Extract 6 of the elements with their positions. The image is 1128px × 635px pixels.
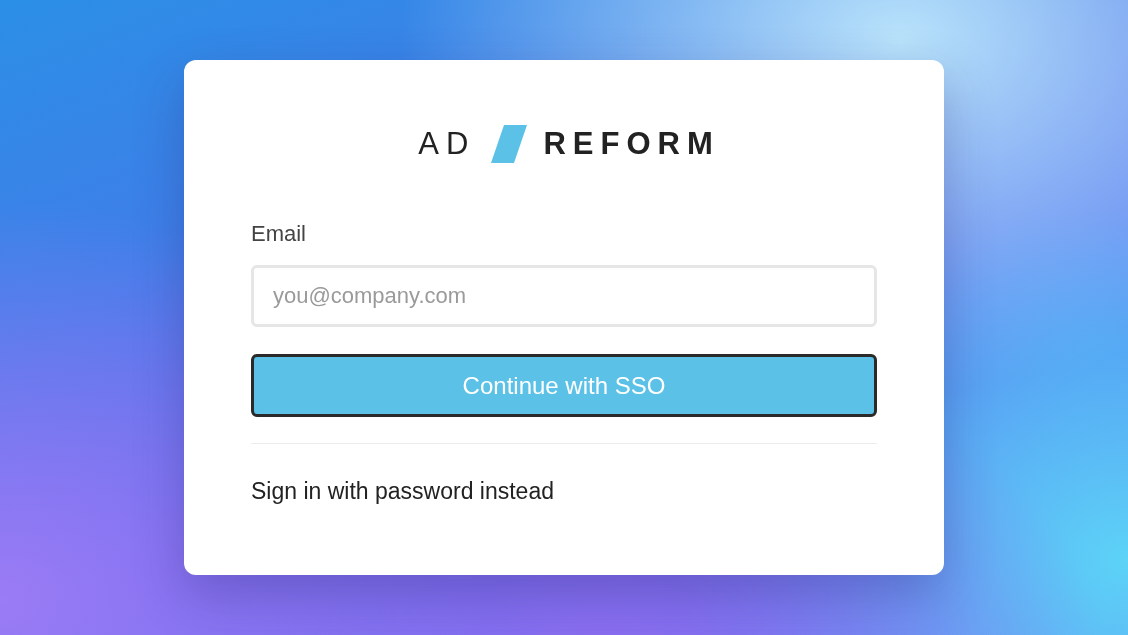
email-field[interactable]: you@company.com	[251, 265, 877, 327]
field-label: Email	[251, 221, 307, 247]
slash-icon	[491, 125, 528, 163]
password-link[interactable]: Sign in with password instead	[251, 477, 554, 505]
logo-text: AD	[418, 126, 476, 162]
logo-text: REFORM	[543, 126, 720, 162]
